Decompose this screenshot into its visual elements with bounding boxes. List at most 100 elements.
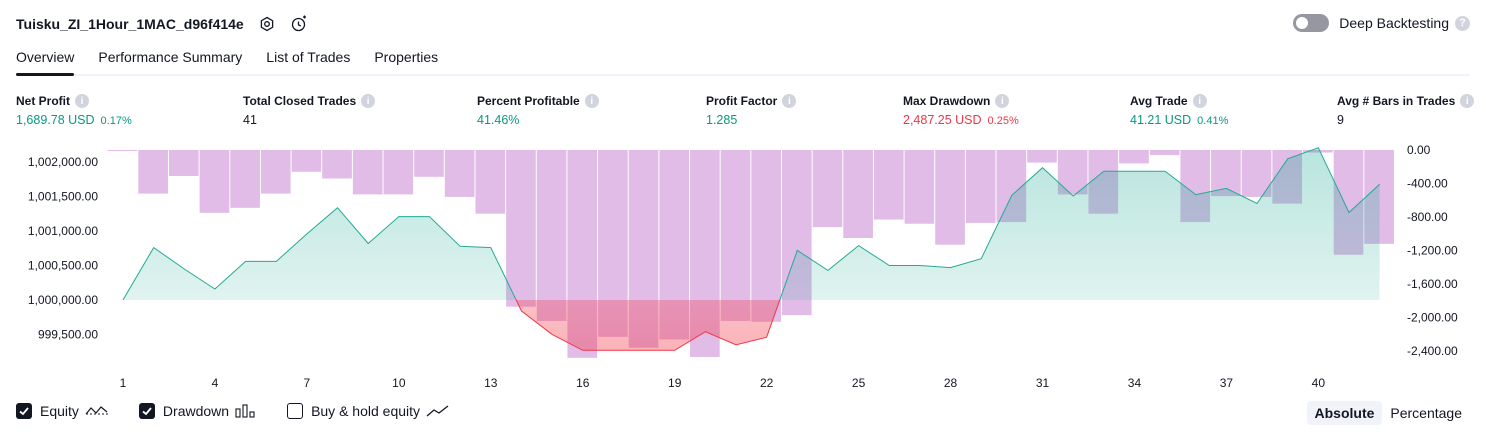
metric-avg-trade: Avg Trade i 41.21 USD 0.41% (1130, 93, 1228, 127)
info-icon[interactable]: i (361, 94, 376, 108)
drawdown-bar (138, 150, 168, 194)
help-question-icon[interactable]: ? (1455, 15, 1470, 31)
tab-list-of-trades[interactable]: List of Trades (266, 46, 350, 74)
deep-backtesting-label: Deep Backtesting (1339, 15, 1449, 31)
x-axis-tick-label: 4 (212, 376, 219, 390)
info-icon[interactable]: i (584, 94, 599, 108)
metric-avg-bars-in-trades: Avg # Bars in Trades i 9 (1337, 93, 1475, 127)
x-axis-tick-label: 31 (1036, 376, 1050, 390)
drawdown-bar (904, 150, 935, 224)
info-icon[interactable]: i (1192, 94, 1207, 108)
left-axis-tick-label: 1,001,500.00 (28, 190, 98, 204)
x-axis-tick-label: 40 (1312, 376, 1326, 390)
drawdown-bar (107, 150, 138, 151)
x-axis-tick-label: 34 (1128, 376, 1142, 390)
equity-line-icon (85, 404, 109, 418)
drawdown-bar (383, 150, 414, 195)
mode-percentage-button[interactable]: Percentage (1382, 401, 1470, 425)
metric-value: 9 (1337, 113, 1344, 127)
metric-value: 41 (243, 113, 257, 127)
drawdown-bar (291, 150, 322, 172)
deep-backtesting-toggle[interactable] (1293, 14, 1330, 32)
toggle-knob (1296, 17, 1309, 29)
legend-drawdown-toggle[interactable]: Drawdown (138, 403, 257, 419)
x-axis-tick-label: 25 (852, 376, 866, 390)
buy-hold-checkbox[interactable] (287, 403, 304, 419)
legend-equity-toggle[interactable]: Equity (16, 403, 109, 419)
drawdown-bar (199, 150, 230, 213)
drawdown-bar (414, 150, 444, 177)
tab-performance-summary[interactable]: Performance Summary (98, 46, 242, 74)
equity-checkbox[interactable] (16, 403, 32, 419)
tab-properties[interactable]: Properties (374, 46, 438, 74)
report-header: Tuisku_ZI_1Hour_1MAC_d96f414e (16, 14, 308, 34)
drawdown-bar (751, 150, 781, 322)
left-axis-tick-label: 1,000,500.00 (28, 259, 98, 273)
x-axis-tick-label: 7 (304, 376, 311, 390)
x-axis-tick-label: 10 (392, 376, 406, 390)
x-axis-tick-label: 19 (668, 376, 682, 390)
metric-label: Net Profit (16, 94, 70, 108)
legend-label: Buy & hold equity (311, 403, 421, 419)
metric-value: 1,689.78 USD (16, 113, 95, 127)
drawdown-bar (1119, 150, 1149, 164)
refresh-alert-icon[interactable] (290, 15, 308, 33)
metric-max-drawdown: Max Drawdown i 2,487.25 USD 0.25% (903, 93, 1019, 127)
metric-value: 2,487.25 USD (903, 113, 982, 127)
right-axis-tick-label: -1,200.00 (1407, 244, 1458, 258)
info-icon[interactable]: i (995, 94, 1010, 108)
metric-percent: 0.17% (100, 115, 132, 127)
drawdown-bar (444, 150, 475, 197)
settings-gear-icon[interactable] (258, 15, 276, 33)
metric-value: 1.285 (706, 113, 738, 127)
metric-label: Max Drawdown (903, 94, 991, 108)
drawdown-bar (935, 150, 965, 245)
tab-overview[interactable]: Overview (16, 46, 75, 76)
equity-drawdown-chart[interactable]: 1,002,000.00 1,001,500.00 1,001,000.00 1,00… (0, 140, 1486, 395)
drawdown-bar (322, 150, 352, 179)
legend-label: Equity (40, 403, 79, 419)
drawdown-bar (1027, 150, 1057, 163)
drawdown-checkbox[interactable] (138, 403, 155, 419)
left-axis-tick-label: 1,001,000.00 (28, 224, 98, 238)
right-axis-tick-label: -2,000.00 (1407, 311, 1458, 325)
drawdown-bar (506, 150, 536, 307)
drawdown-bar (230, 150, 260, 208)
drawdown-bar (352, 150, 383, 195)
x-axis-tick-label: 37 (1220, 376, 1234, 390)
drawdown-bars-icon (235, 404, 257, 418)
metric-label: Avg Trade (1130, 94, 1188, 108)
x-axis-tick-label: 1 (120, 376, 127, 390)
right-axis-tick-label: 0.00 (1407, 143, 1431, 157)
drawdown-bar (260, 150, 291, 194)
metric-label: Avg # Bars in Trades (1337, 94, 1456, 108)
info-icon[interactable]: i (75, 94, 89, 108)
mode-absolute-button[interactable]: Absolute (1306, 401, 1383, 425)
right-axis-tick-label: -1,600.00 (1407, 277, 1458, 291)
x-axis-tick-label: 28 (944, 376, 958, 390)
legend-label: Drawdown (162, 403, 230, 419)
info-icon[interactable]: i (1460, 94, 1475, 108)
drawdown-bar (843, 150, 873, 238)
drawdown-bar (965, 150, 996, 223)
x-axis-tick-label: 13 (484, 376, 498, 390)
legend-buy-hold-toggle[interactable]: Buy & hold equity (287, 403, 450, 419)
metric-percent-profitable: Percent Profitable i 41.46% (477, 93, 599, 127)
strategy-title: Tuisku_ZI_1Hour_1MAC_d96f414e (16, 16, 244, 32)
left-axis-tick-label: 1,002,000.00 (28, 155, 98, 169)
x-axis-tick-label: 22 (760, 376, 774, 390)
right-axis-tick-label: -2,400.00 (1407, 344, 1458, 358)
metric-percent: 0.41% (1197, 115, 1229, 127)
metric-net-profit: Net Profit i 1,689.78 USD 0.17% (16, 93, 132, 127)
left-axis-tick-label: 999,500.00 (38, 327, 98, 341)
metric-profit-factor: Profit Factor i 1.285 (706, 93, 797, 127)
x-axis-tick-label: 16 (576, 376, 590, 390)
chart-legend: Equity Drawdown Buy & hold equity (16, 403, 480, 419)
buy-hold-line-icon (426, 404, 450, 418)
display-mode-switch: Absolute Percentage (1306, 401, 1471, 425)
drawdown-bar (536, 150, 567, 321)
info-icon[interactable]: i (782, 94, 797, 108)
deep-backtesting-control: Deep Backtesting ? (1293, 14, 1470, 32)
metric-label: Total Closed Trades (243, 94, 357, 108)
metric-value: 41.46% (477, 113, 520, 127)
